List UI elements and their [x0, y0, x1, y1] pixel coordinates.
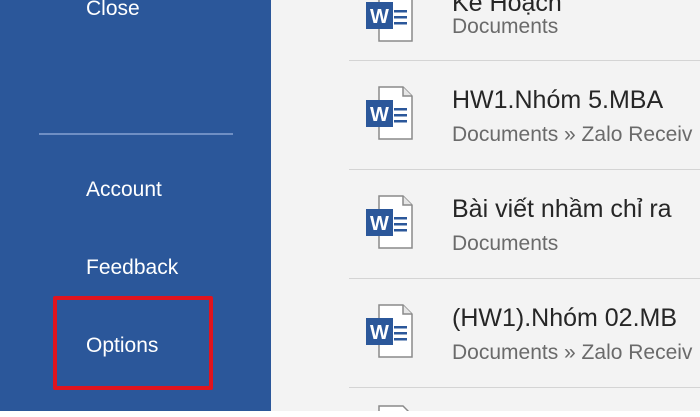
word-doc-icon: W — [366, 195, 413, 249]
recent-documents-list: W Kế Hoạch Documents W HW1.Nhóm 5.MBA Do… — [271, 0, 700, 417]
svg-text:W: W — [370, 322, 389, 344]
svg-text:W: W — [370, 6, 389, 28]
row-divider — [349, 387, 700, 388]
feedback-menu-item[interactable]: Feedback — [86, 255, 178, 281]
document-location: Documents — [452, 15, 559, 38]
svg-text:W: W — [370, 213, 389, 235]
svg-text:W: W — [370, 104, 389, 126]
bottom-strip — [0, 411, 700, 417]
close-menu-item[interactable]: Close — [86, 0, 140, 22]
backstage-sidebar: Close Account Feedback Options — [0, 0, 271, 417]
document-location: Documents » Zalo Receiv — [452, 123, 693, 146]
recent-document-row[interactable]: W Kế Hoạch Documents — [271, 0, 700, 56]
sidebar-divider — [39, 133, 233, 135]
recent-document-row[interactable]: W Bài viết nhầm chỉ ra Documents — [271, 170, 700, 278]
account-menu-item[interactable]: Account — [86, 177, 162, 203]
options-highlight-box — [53, 296, 213, 390]
document-location: Documents » Zalo Receiv — [452, 341, 693, 364]
document-name: Bài viết nhầm chỉ ra — [452, 195, 672, 223]
document-name: (HW1).Nhóm 02.MB — [452, 304, 678, 332]
recent-document-row[interactable]: W HW1.Nhóm 5.MBA Documents » Zalo Receiv — [271, 61, 700, 169]
document-name: HW1.Nhóm 5.MBA — [452, 86, 664, 114]
recent-document-row[interactable]: W (HW1).Nhóm 02.MB Documents » Zalo Rece… — [271, 279, 700, 387]
document-location: Documents — [452, 232, 559, 255]
word-doc-icon: W — [366, 86, 413, 140]
word-doc-icon: W — [366, 304, 413, 358]
word-doc-icon: W — [366, 0, 413, 42]
